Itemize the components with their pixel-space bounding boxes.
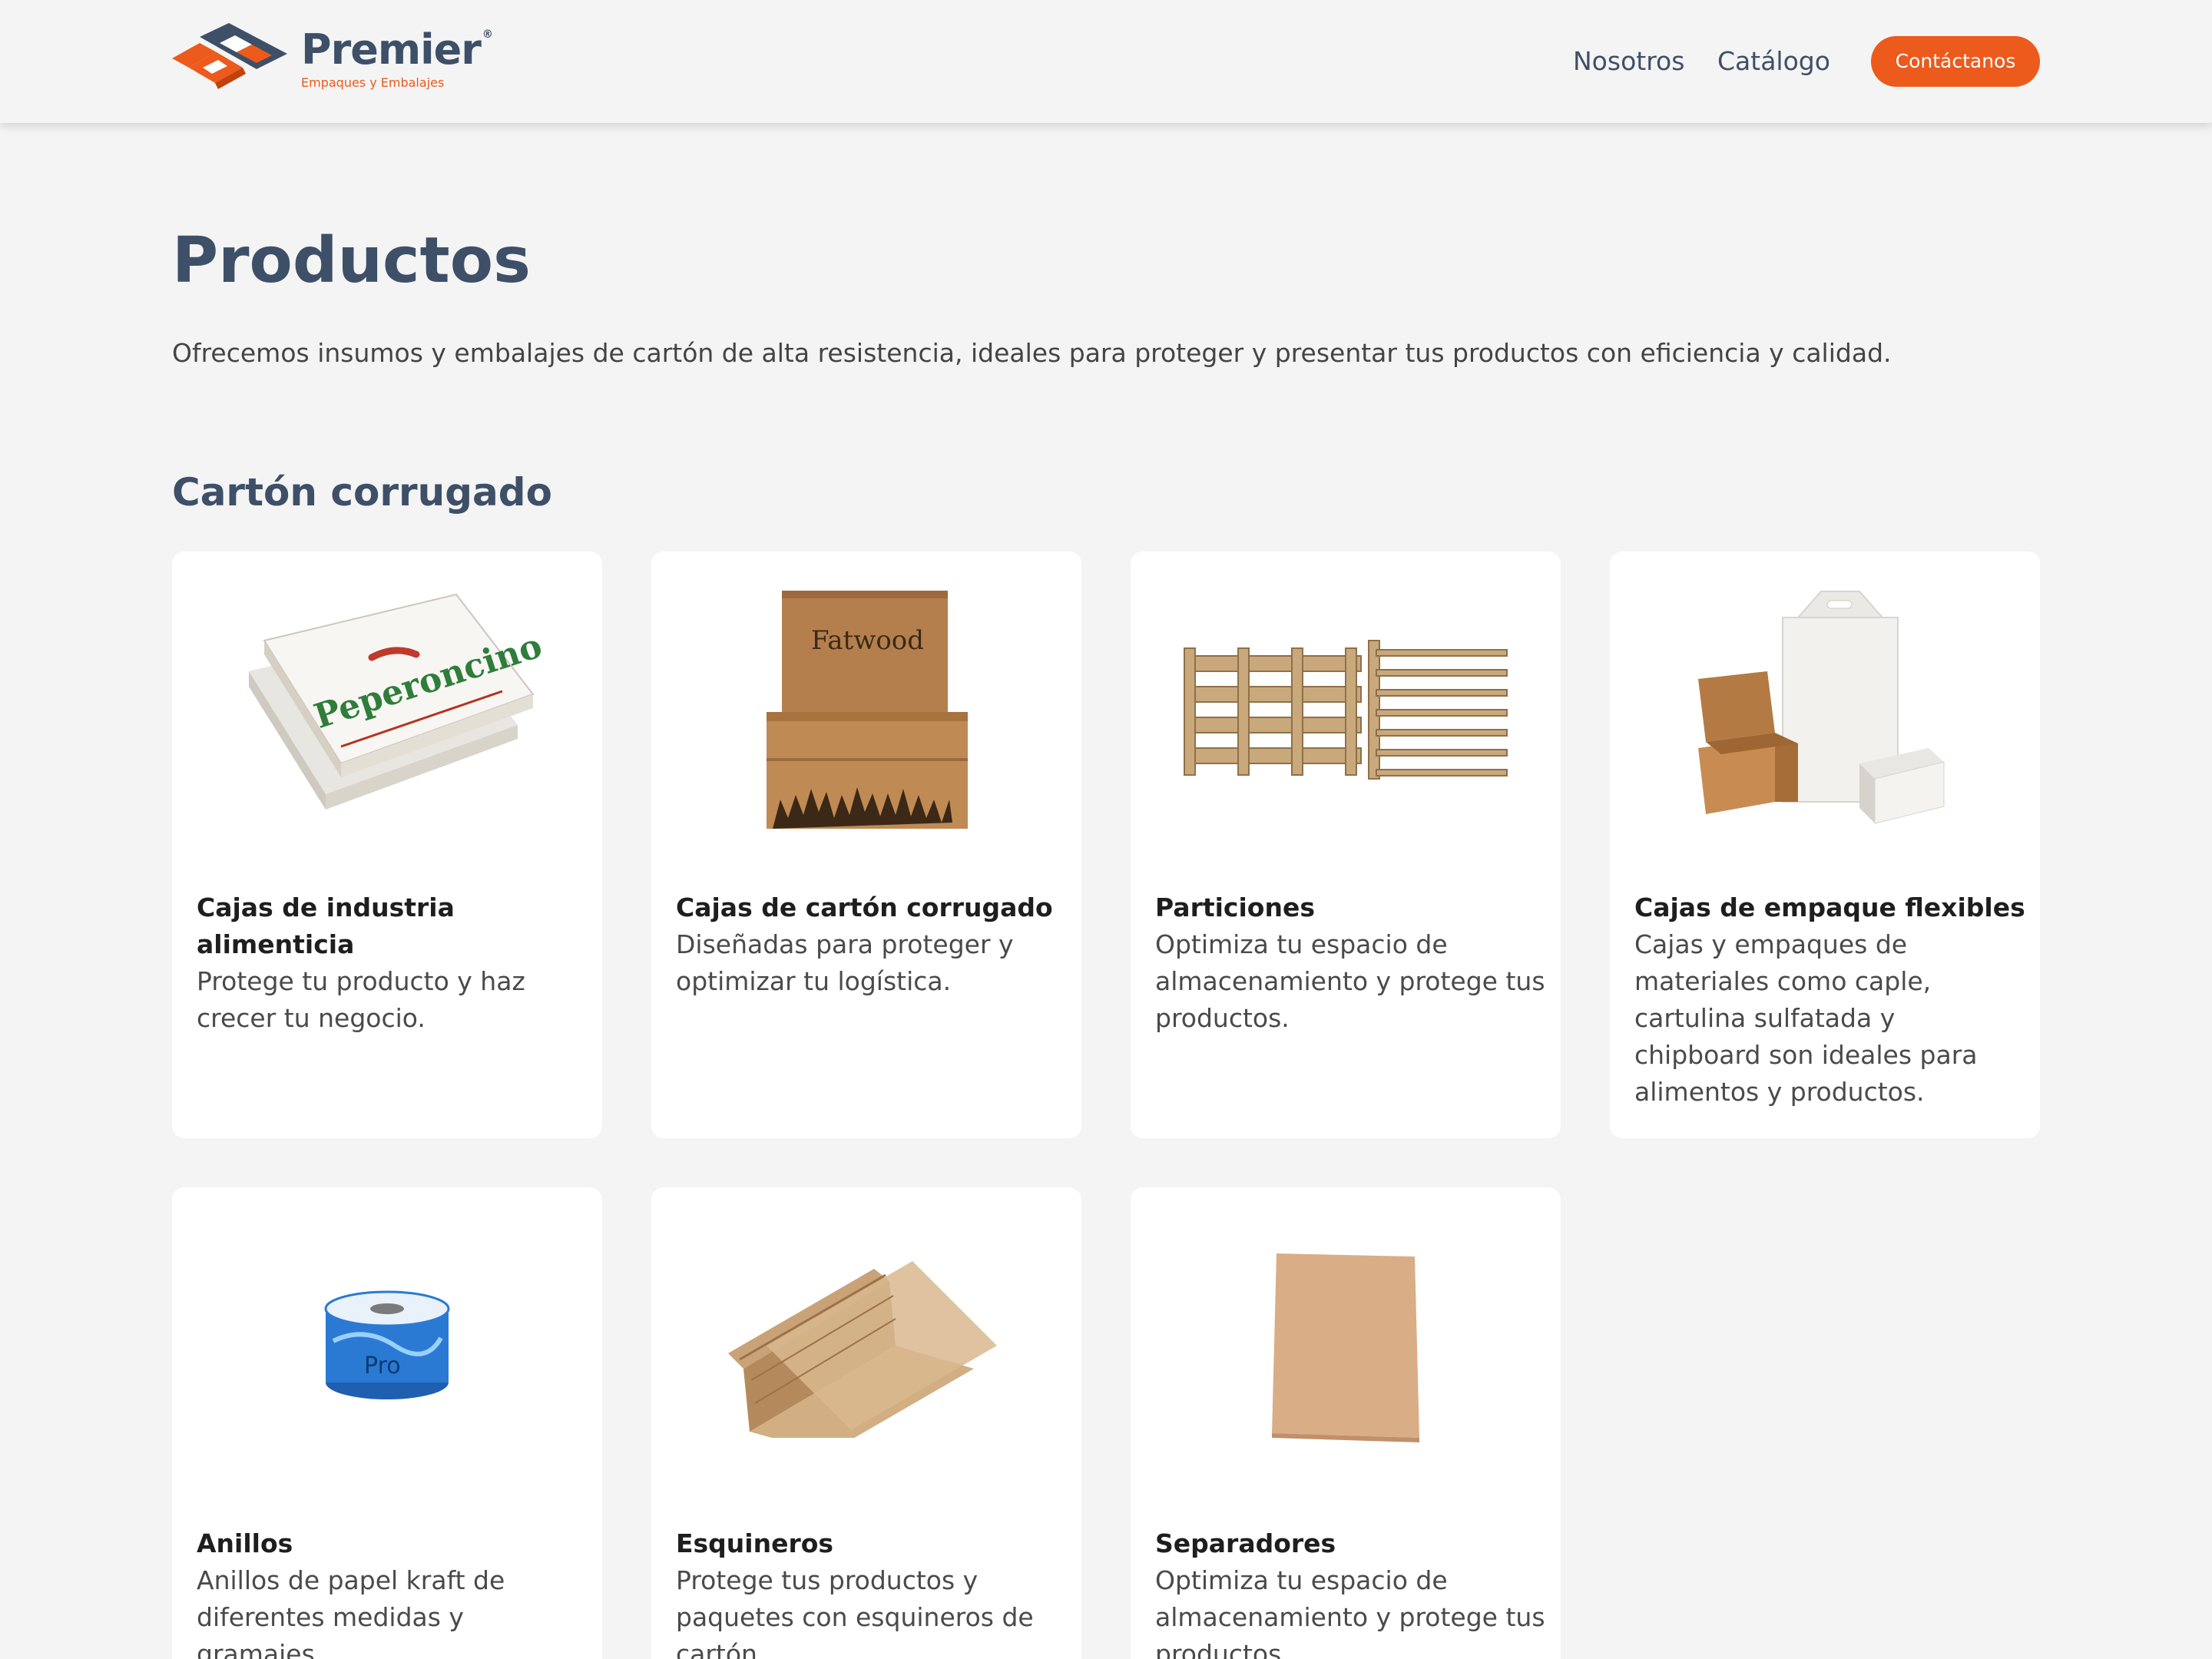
partitions-image [1184,640,1508,780]
card-description: Anillos de papel kraft de diferentes med… [197,1565,505,1659]
product-image [1131,1187,1561,1504]
product-image: Fatwood [651,551,1081,868]
card-title: Cajas de empaque flexibles [1634,892,2025,922]
card-body: Cajas de empaque flexibles Cajas y empaq… [1634,889,2026,1111]
product-card-cajas-alimenticia[interactable]: Peperoncino Cajas de industria alimentic… [172,551,602,1138]
contact-button[interactable]: Contáctanos [1871,36,2040,87]
card-title: Separadores [1155,1528,1336,1558]
product-card-cajas-corrugado[interactable]: Fatwood Cajas de cartón corrugado Diseña… [651,551,1081,1138]
nav-nosotros[interactable]: Nosotros [1573,43,1684,80]
section-title: Cartón corrugado [172,470,552,515]
product-card-particiones[interactable]: Particiones Optimiza tu espacio de almac… [1131,551,1561,1138]
product-card-anillos[interactable]: Pro Anillos Anillos de papel kraft de di… [172,1187,602,1659]
card-description: Protege tu producto y haz crecer tu nego… [197,966,525,1033]
card-title: Esquineros [676,1528,834,1558]
page-subtitle: Ofrecemos insumos y embalajes de cartón … [172,338,1892,368]
card-body: Particiones Optimiza tu espacio de almac… [1155,889,1547,1037]
nav-catalogo[interactable]: Catálogo [1717,43,1830,80]
card-title: Anillos [197,1528,293,1558]
page-title: Productos [172,224,531,297]
logo-registered: ® [482,28,493,41]
card-title: Cajas de cartón corrugado [676,892,1053,922]
product-image [1610,551,2040,868]
box-brand-label: Fatwood [811,625,924,656]
logo-text: Premier ® Empaques y Embalajes [301,28,493,91]
card-body: Esquineros Protege tus productos y paque… [676,1525,1068,1659]
card-description: Cajas y empaques de materiales como capl… [1634,929,1978,1107]
product-image [1131,551,1561,868]
product-card-esquineros[interactable]: Esquineros Protege tus productos y paque… [651,1187,1081,1659]
corrugated-box-image: Fatwood [767,591,968,829]
flexible-boxes-image [1698,591,1945,824]
card-body: Cajas de cartón corrugado Diseñadas para… [676,889,1068,1000]
card-description: Optimiza tu espacio de almacenamiento y … [1155,1565,1545,1659]
separator-sheet-image [1272,1253,1419,1442]
product-image: Peperoncino [172,551,602,868]
card-description: Diseñadas para proteger y optimizar tu l… [676,929,1014,996]
product-card-cajas-flexibles[interactable]: Cajas de empaque flexibles Cajas y empaq… [1610,551,2040,1138]
premier-logo[interactable]: Premier ® Empaques y Embalajes [172,23,493,97]
ring-roll-label: Pro [364,1353,401,1379]
card-title: Cajas de industria alimenticia [197,892,455,959]
pizza-box-image: Peperoncino [249,593,547,810]
site-header: Premier ® Empaques y Embalajes Nosotros C… [0,0,2212,123]
product-image [651,1187,1081,1504]
card-description: Optimiza tu espacio de almacenamiento y … [1155,929,1545,1033]
ring-roll-image: Pro [324,1290,450,1399]
card-description: Protege tus productos y paquetes con esq… [676,1565,1034,1659]
card-body: Cajas de industria alimenticia Protege t… [197,889,588,1037]
logo-tagline: Empaques y Embalajes [301,75,445,90]
card-body: Separadores Optimiza tu espacio de almac… [1155,1525,1547,1659]
product-image: Pro [172,1187,602,1504]
card-body: Anillos Anillos de papel kraft de difere… [197,1525,588,1659]
corner-protector-image [728,1261,997,1438]
logo-name: Premier [301,25,482,74]
product-card-separadores[interactable]: Separadores Optimiza tu espacio de almac… [1131,1187,1561,1659]
logo-mark-icon [172,23,287,89]
card-title: Particiones [1155,892,1315,922]
